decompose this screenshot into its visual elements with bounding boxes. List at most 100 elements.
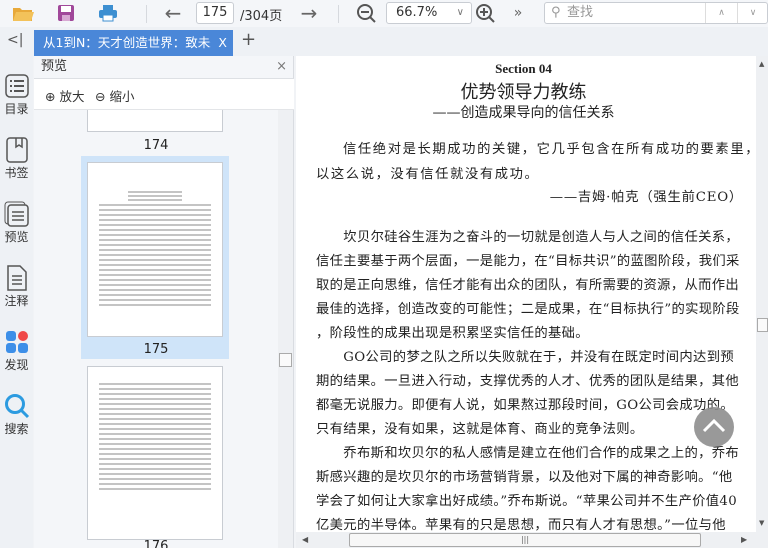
body-line: 都毫无说服力。即便有人说，如果熬过那段时间，GO公司会成功的。 [316, 398, 734, 413]
collapse-sidebar-icon[interactable]: <| [7, 32, 23, 48]
body-line: 最佳的选择，创造改变的可能性；二是成果，在“目标执行”的实现阶段 [316, 302, 740, 317]
rail-label: 搜索 [4, 422, 29, 436]
thumbnail-text-line [128, 191, 182, 193]
rail-item-search[interactable]: 搜索 [0, 392, 33, 437]
zoom-in-icon[interactable] [474, 2, 496, 24]
scroll-down-icon[interactable]: ▼ [759, 519, 764, 527]
thumbnail-text-line [99, 289, 211, 291]
thumbnail-text-line [99, 304, 211, 306]
rail-label: 目录 [4, 102, 29, 116]
scrollbar-thumb[interactable] [279, 353, 292, 367]
search-prev-icon[interactable]: ∧ [705, 3, 737, 23]
print-icon[interactable] [97, 2, 119, 24]
body-line: 信任主要基于两个层面，一是能力，在“目标共识”的蓝图阶段，我们采 [316, 254, 740, 269]
thumbnail-text-line [99, 433, 211, 435]
list-icon [0, 72, 33, 100]
next-page-icon[interactable]: → [298, 1, 320, 25]
preview-scrollbar[interactable] [278, 110, 293, 548]
chapter-title: 优势领导力教练 [460, 82, 587, 103]
page-thumbnail-174[interactable] [87, 110, 223, 132]
thumbnail-text-line [99, 403, 211, 405]
thumbnail-text-line [99, 423, 211, 425]
horizontal-scrollbar[interactable]: ◀ ||| ▶ [296, 532, 768, 548]
preview-zoom-out-button[interactable]: ⊖ 缩小 [95, 86, 134, 105]
thumbnail-text-line [99, 234, 211, 236]
epigraph-author: ——吉姆·帕克（强生前CEO） [549, 190, 743, 205]
scroll-right-icon[interactable]: ▶ [741, 535, 747, 544]
preview-zoom-in-button[interactable]: ⊕ 放大 [45, 86, 84, 105]
page-number-label: 174 [143, 138, 169, 153]
thumbnail-text-line [99, 448, 211, 450]
thumbnail-text-line [99, 383, 211, 385]
zoom-out-icon[interactable] [355, 2, 377, 24]
thumbnail-text-line [99, 214, 211, 216]
search-icon [0, 392, 33, 420]
thumbnail-text-line [99, 249, 211, 251]
tab-title: 从1到N：天才创造世界：致未来 [43, 35, 211, 50]
back-to-top-button[interactable] [694, 407, 734, 447]
thumbnail-text-line [99, 473, 211, 475]
thumbnail-text-line [99, 488, 211, 490]
zoom-level-select[interactable]: 66.7% ∨ [386, 2, 472, 24]
thumbnail-text-line [99, 209, 211, 211]
page-number-input[interactable]: 175 [196, 2, 234, 24]
body-line: 期的结果。一旦进入行动，支撑优秀的人才、优秀的团队是结果，其他 [316, 374, 740, 389]
thumbnail-text-line [99, 284, 211, 286]
thumbnail-text-line [99, 294, 211, 296]
rail-label: 注释 [4, 294, 29, 308]
epigraph-line: 信任绝对是长期成功的关键，它几乎包含在所有成功的要素里，可 [343, 142, 756, 157]
bookmark-icon [0, 136, 33, 164]
save-icon[interactable] [55, 2, 77, 24]
thumbnail-text-line [99, 229, 211, 231]
close-tab-icon[interactable]: X [218, 30, 227, 56]
thumbnail-text-line [99, 428, 211, 430]
search-input[interactable]: ⚲ 查找 ∧ ∨ [544, 2, 768, 24]
search-icon: ⚲ [551, 5, 561, 20]
page-number-label: 175 [143, 342, 169, 357]
open-folder-icon[interactable] [12, 2, 34, 24]
thumbnail-text-line [128, 195, 182, 197]
scroll-left-icon[interactable]: ◀ [302, 535, 308, 544]
body-line: 乔布斯和坎贝尔的私人感情是建立在他们合作的成果之上的，乔布 [316, 446, 740, 461]
chevron-down-icon: ∨ [456, 7, 464, 18]
document-tab[interactable]: 从1到N：天才创造世界：致未来 X [34, 30, 233, 56]
preview-zoom-controls: ⊕ 放大 ⊖ 缩小 [34, 79, 294, 110]
rail-item-bookmarks[interactable]: 书签 [0, 136, 33, 181]
thumbnail-text-line [99, 299, 211, 301]
epigraph-line: 以这么说，没有信任就没有成功。 [316, 167, 540, 182]
page-thumbnail-176[interactable] [87, 366, 223, 540]
vertical-scrollbar[interactable]: ▲ ▼ [756, 56, 768, 532]
page-number-label: 176 [143, 539, 169, 548]
body-line: 斯感兴趣的是坎贝尔的市场营销背景，以及他对下属的神奇影响。“他 [316, 470, 733, 485]
left-rail: 目录 书签 预览 注释 发现 搜索 [0, 56, 33, 548]
search-placeholder: 查找 [567, 5, 594, 20]
thumbnail-text-line [99, 408, 211, 410]
scrollbar-thumb[interactable] [757, 318, 768, 332]
rail-label: 预览 [4, 230, 29, 244]
new-tab-button[interactable]: + [241, 29, 256, 50]
more-icon[interactable]: » [507, 2, 529, 24]
preview-title: 预览 [41, 59, 68, 74]
thumbnail-text-line [99, 224, 211, 226]
zoom-in-label: 放大 [59, 89, 85, 104]
scroll-up-icon[interactable]: ▲ [759, 60, 764, 68]
rail-item-preview[interactable]: 预览 [0, 200, 33, 245]
previous-page-icon[interactable]: ← [162, 1, 184, 25]
scrollbar-thumb[interactable]: ||| [349, 533, 701, 547]
zoom-in-icon: ⊕ [45, 89, 56, 104]
thumbnail-text-line [99, 453, 211, 455]
rail-label: 书签 [4, 166, 29, 180]
search-next-icon[interactable]: ∨ [737, 3, 768, 23]
thumbnail-text-line [99, 219, 211, 221]
close-panel-icon[interactable]: × [276, 56, 287, 78]
apps-icon [0, 328, 33, 356]
rail-item-discover[interactable]: 发现 [0, 328, 33, 373]
thumbnail-text-line [99, 244, 211, 246]
page-thumbnail-175[interactable] [87, 162, 223, 337]
thumbnail-text-line [99, 388, 211, 390]
body-line: GO公司的梦之队之所以失败就在于，并没有在既定时间内达到预 [316, 350, 734, 365]
toolbar: ← 175 /304页 → 66.7% ∨ » ⚲ 查找 ∧ ∨ [0, 0, 768, 27]
thumbnail-text-line [99, 269, 211, 271]
rail-item-toc[interactable]: 目录 [0, 72, 33, 117]
rail-item-annotations[interactable]: 注释 [0, 264, 33, 309]
